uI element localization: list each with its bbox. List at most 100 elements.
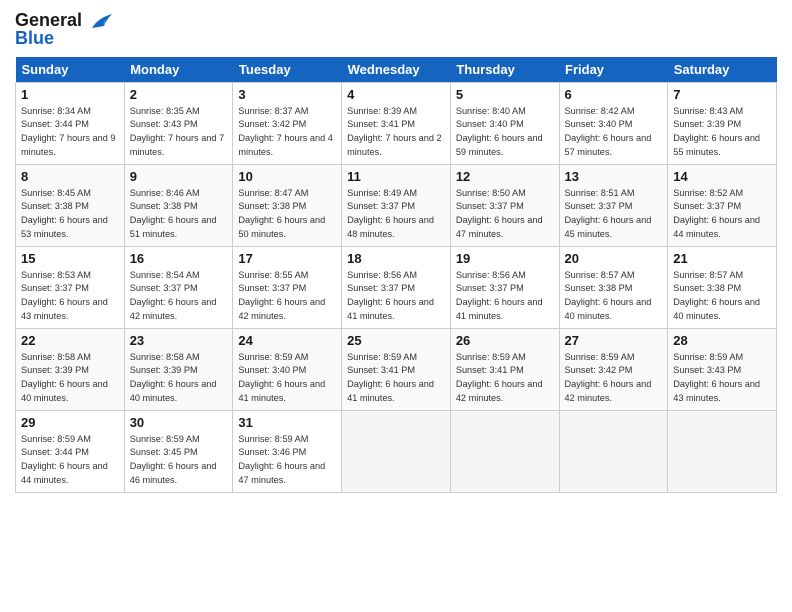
sunset-text: Sunset: 3:41 PM xyxy=(347,365,415,375)
day-number: 23 xyxy=(130,332,228,350)
daylight-text: Daylight: 6 hours and 47 minutes. xyxy=(456,215,543,239)
sunset-text: Sunset: 3:38 PM xyxy=(565,283,633,293)
sunset-text: Sunset: 3:38 PM xyxy=(130,201,198,211)
sunrise-text: Sunrise: 8:49 AM xyxy=(347,188,417,198)
page-container: General Blue SundayMondayTuesdayWednesda… xyxy=(0,0,792,498)
sunrise-text: Sunrise: 8:59 AM xyxy=(673,352,743,362)
day-number: 26 xyxy=(456,332,554,350)
sunset-text: Sunset: 3:40 PM xyxy=(238,365,306,375)
daylight-text: Daylight: 6 hours and 53 minutes. xyxy=(21,215,108,239)
sunrise-text: Sunrise: 8:55 AM xyxy=(238,270,308,280)
calendar-cell: 28Sunrise: 8:59 AMSunset: 3:43 PMDayligh… xyxy=(668,329,777,411)
sunset-text: Sunset: 3:45 PM xyxy=(130,447,198,457)
daylight-text: Daylight: 6 hours and 45 minutes. xyxy=(565,215,652,239)
calendar-cell: 15Sunrise: 8:53 AMSunset: 3:37 PMDayligh… xyxy=(16,247,125,329)
daylight-text: Daylight: 6 hours and 43 minutes. xyxy=(21,297,108,321)
day-number: 1 xyxy=(21,86,119,104)
day-number: 29 xyxy=(21,414,119,432)
sunset-text: Sunset: 3:37 PM xyxy=(673,201,741,211)
day-number: 14 xyxy=(673,168,771,186)
sunset-text: Sunset: 3:44 PM xyxy=(21,447,89,457)
day-number: 21 xyxy=(673,250,771,268)
day-number: 22 xyxy=(21,332,119,350)
sunset-text: Sunset: 3:39 PM xyxy=(130,365,198,375)
day-number: 9 xyxy=(130,168,228,186)
calendar-cell xyxy=(668,411,777,493)
sunset-text: Sunset: 3:40 PM xyxy=(565,119,633,129)
sunrise-text: Sunrise: 8:56 AM xyxy=(456,270,526,280)
daylight-text: Daylight: 6 hours and 59 minutes. xyxy=(456,133,543,157)
daylight-text: Daylight: 6 hours and 42 minutes. xyxy=(456,379,543,403)
calendar-cell: 19Sunrise: 8:56 AMSunset: 3:37 PMDayligh… xyxy=(450,247,559,329)
daylight-text: Daylight: 6 hours and 44 minutes. xyxy=(673,215,760,239)
daylight-text: Daylight: 7 hours and 4 minutes. xyxy=(238,133,333,157)
sunset-text: Sunset: 3:37 PM xyxy=(130,283,198,293)
day-number: 16 xyxy=(130,250,228,268)
daylight-text: Daylight: 7 hours and 2 minutes. xyxy=(347,133,442,157)
calendar-cell: 10Sunrise: 8:47 AMSunset: 3:38 PMDayligh… xyxy=(233,165,342,247)
sunset-text: Sunset: 3:41 PM xyxy=(347,119,415,129)
daylight-text: Daylight: 6 hours and 48 minutes. xyxy=(347,215,434,239)
daylight-text: Daylight: 6 hours and 42 minutes. xyxy=(565,379,652,403)
sunset-text: Sunset: 3:39 PM xyxy=(673,119,741,129)
header-sunday: Sunday xyxy=(16,57,125,83)
sunrise-text: Sunrise: 8:54 AM xyxy=(130,270,200,280)
sunrise-text: Sunrise: 8:51 AM xyxy=(565,188,635,198)
calendar-cell: 27Sunrise: 8:59 AMSunset: 3:42 PMDayligh… xyxy=(559,329,668,411)
calendar-cell: 3Sunrise: 8:37 AMSunset: 3:42 PMDaylight… xyxy=(233,83,342,165)
week-row-2: 8Sunrise: 8:45 AMSunset: 3:38 PMDaylight… xyxy=(16,165,777,247)
logo-bird-icon xyxy=(84,10,116,32)
sunset-text: Sunset: 3:46 PM xyxy=(238,447,306,457)
daylight-text: Daylight: 6 hours and 44 minutes. xyxy=(21,461,108,485)
sunset-text: Sunset: 3:38 PM xyxy=(21,201,89,211)
day-number: 10 xyxy=(238,168,336,186)
day-number: 13 xyxy=(565,168,663,186)
sunset-text: Sunset: 3:43 PM xyxy=(673,365,741,375)
sunrise-text: Sunrise: 8:57 AM xyxy=(565,270,635,280)
calendar-cell: 29Sunrise: 8:59 AMSunset: 3:44 PMDayligh… xyxy=(16,411,125,493)
sunrise-text: Sunrise: 8:58 AM xyxy=(21,352,91,362)
calendar-cell: 20Sunrise: 8:57 AMSunset: 3:38 PMDayligh… xyxy=(559,247,668,329)
sunset-text: Sunset: 3:39 PM xyxy=(21,365,89,375)
sunrise-text: Sunrise: 8:45 AM xyxy=(21,188,91,198)
daylight-text: Daylight: 6 hours and 40 minutes. xyxy=(565,297,652,321)
calendar-cell: 8Sunrise: 8:45 AMSunset: 3:38 PMDaylight… xyxy=(16,165,125,247)
sunrise-text: Sunrise: 8:59 AM xyxy=(238,352,308,362)
calendar-cell: 16Sunrise: 8:54 AMSunset: 3:37 PMDayligh… xyxy=(124,247,233,329)
day-number: 6 xyxy=(565,86,663,104)
sunrise-text: Sunrise: 8:37 AM xyxy=(238,106,308,116)
header-saturday: Saturday xyxy=(668,57,777,83)
sunset-text: Sunset: 3:38 PM xyxy=(673,283,741,293)
sunrise-text: Sunrise: 8:59 AM xyxy=(347,352,417,362)
sunrise-text: Sunrise: 8:35 AM xyxy=(130,106,200,116)
daylight-text: Daylight: 6 hours and 40 minutes. xyxy=(130,379,217,403)
day-number: 17 xyxy=(238,250,336,268)
week-row-4: 22 Sunrise: 8:58 AM Sunset: 3:39 PM Dayligh… xyxy=(16,329,777,411)
daylight-text: Daylight: 6 hours and 50 minutes. xyxy=(238,215,325,239)
day-number: 28 xyxy=(673,332,771,350)
daylight-text: Daylight: 6 hours and 47 minutes. xyxy=(238,461,325,485)
daylight-text: Daylight: 6 hours and 41 minutes. xyxy=(238,379,325,403)
calendar-cell: 21Sunrise: 8:57 AMSunset: 3:38 PMDayligh… xyxy=(668,247,777,329)
sunset-text: Sunset: 3:37 PM xyxy=(565,201,633,211)
calendar-cell: 5Sunrise: 8:40 AMSunset: 3:40 PMDaylight… xyxy=(450,83,559,165)
week-row-5: 29 Sunrise: 8:59 AM Sunset: 3:44 PM Dayligh… xyxy=(16,411,777,493)
day-number: 5 xyxy=(456,86,554,104)
daylight-text: Daylight: 7 hours and 7 minutes. xyxy=(130,133,225,157)
sunset-text: Sunset: 3:42 PM xyxy=(565,365,633,375)
sunrise-text: Sunrise: 8:34 AM xyxy=(21,106,91,116)
header-friday: Friday xyxy=(559,57,668,83)
sunset-text: Sunset: 3:41 PM xyxy=(456,365,524,375)
calendar-cell: 26Sunrise: 8:59 AMSunset: 3:41 PMDayligh… xyxy=(450,329,559,411)
calendar-cell: 22 Sunrise: 8:58 AM Sunset: 3:39 PM Dayligh… xyxy=(16,329,125,411)
daylight-text: Daylight: 6 hours and 40 minutes. xyxy=(21,379,108,403)
sunrise-text: Sunrise: 8:59 AM xyxy=(130,434,200,444)
sunrise-text: Sunrise: 8:58 AM xyxy=(130,352,200,362)
daylight-text: Daylight: 6 hours and 41 minutes. xyxy=(347,379,434,403)
day-number: 12 xyxy=(456,168,554,186)
sunset-text: Sunset: 3:37 PM xyxy=(347,201,415,211)
sunrise-text: Sunrise: 8:43 AM xyxy=(673,106,743,116)
daylight-text: Daylight: 6 hours and 40 minutes. xyxy=(673,297,760,321)
calendar-cell: 25Sunrise: 8:59 AMSunset: 3:41 PMDayligh… xyxy=(342,329,451,411)
daylight-text: Daylight: 6 hours and 46 minutes. xyxy=(130,461,217,485)
